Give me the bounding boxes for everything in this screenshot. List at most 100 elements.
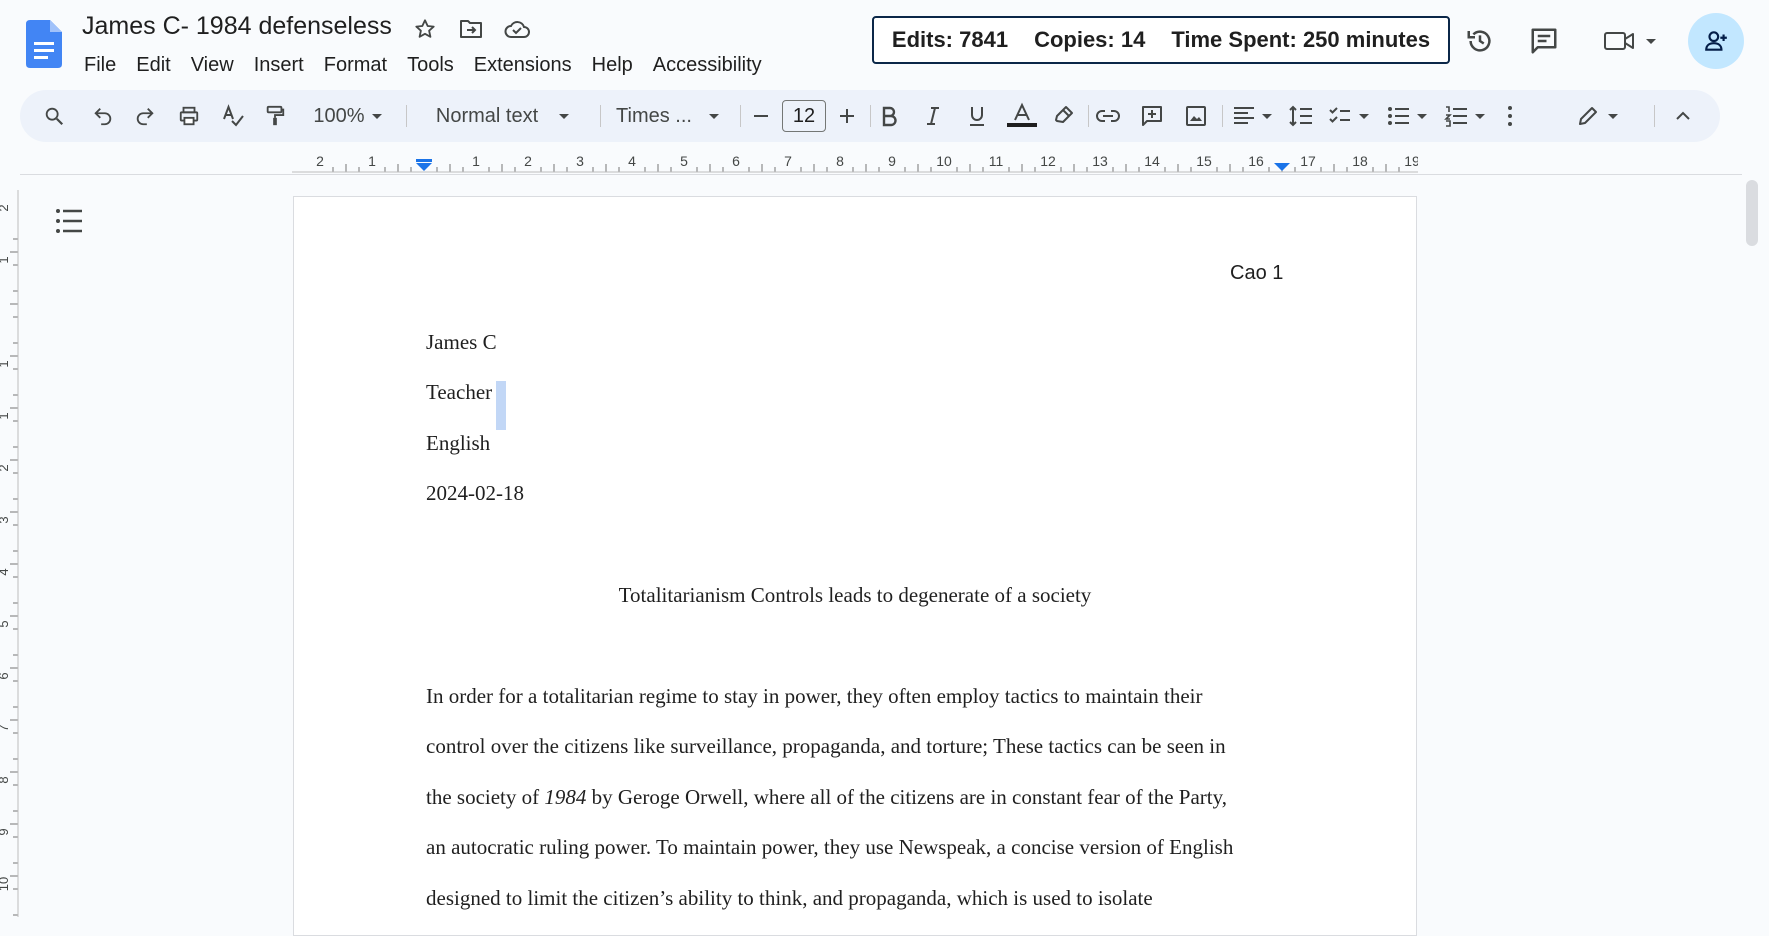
date-line[interactable]: 2024-02-18 [426, 481, 524, 506]
chevron-down-icon [559, 114, 570, 119]
ruler-label: 18 [1352, 153, 1368, 169]
ruler-label: 8 [0, 776, 11, 783]
menu-extensions[interactable]: Extensions [464, 52, 582, 78]
class-line[interactable]: English [426, 431, 490, 456]
print-icon[interactable] [174, 90, 204, 142]
ruler-label: 11 [989, 153, 1004, 169]
author-name[interactable]: James C [426, 330, 497, 355]
text-color-icon[interactable] [1004, 90, 1040, 142]
vertical-ruler[interactable]: 2111234567891011 [0, 190, 20, 917]
copies-count: Copies: 14 [1034, 27, 1146, 52]
ruler-label: 2 [0, 464, 11, 471]
plus-icon [840, 109, 854, 123]
collapse-toolbar-icon[interactable] [1668, 90, 1698, 142]
menu-tools[interactable]: Tools [397, 52, 464, 78]
body-line[interactable]: control over the citizens like surveilla… [426, 734, 1226, 759]
ruler-label: 15 [1196, 153, 1212, 169]
document-outline-icon[interactable] [54, 206, 84, 236]
decrease-font-size-button[interactable] [746, 90, 776, 142]
comments-icon[interactable] [1526, 16, 1562, 66]
undo-icon[interactable] [88, 90, 118, 142]
checklist-icon[interactable] [1326, 90, 1376, 142]
menu-accessibility[interactable]: Accessibility [643, 52, 772, 78]
body-line[interactable]: designed to limit the citizen’s ability … [426, 886, 1153, 911]
essay-title[interactable]: Totalitarianism Controls leads to degene… [293, 583, 1417, 608]
bold-icon[interactable] [874, 90, 904, 142]
docs-logo-icon[interactable] [26, 20, 62, 68]
search-menus-icon[interactable] [38, 90, 70, 142]
ruler-label: 16 [1248, 153, 1264, 169]
redo-icon[interactable] [130, 90, 160, 142]
menu-edit[interactable]: Edit [126, 52, 180, 78]
page-header[interactable]: Cao 1 [1230, 262, 1283, 285]
divider [1088, 105, 1089, 127]
version-history-icon[interactable] [1462, 16, 1498, 66]
teacher-line[interactable]: Teacher [426, 380, 492, 405]
divider [1222, 105, 1223, 127]
menu-bar: File Edit View Insert Format Tools Exten… [74, 52, 772, 78]
insert-image-icon[interactable] [1180, 90, 1212, 142]
share-button[interactable] [1688, 13, 1744, 69]
paint-format-icon[interactable] [260, 90, 290, 142]
paragraph-style-select[interactable]: Normal text [420, 90, 592, 142]
ruler-label: 9 [888, 153, 896, 169]
divider [406, 105, 407, 127]
bulleted-list-icon[interactable] [1384, 90, 1434, 142]
document-title[interactable]: James C- 1984 defenseless [82, 12, 392, 41]
menu-view[interactable]: View [181, 52, 244, 78]
time-spent: Time Spent: 250 minutes [1171, 27, 1431, 52]
font-size-input[interactable]: 12 [782, 100, 826, 132]
ruler-label: 5 [0, 620, 11, 627]
ruler-label: 1 [0, 360, 11, 367]
divider [1654, 105, 1655, 127]
underline-icon[interactable] [962, 90, 992, 142]
menu-format[interactable]: Format [314, 52, 397, 78]
font-select[interactable]: Times ... [610, 90, 732, 142]
insert-link-icon[interactable] [1092, 90, 1124, 142]
ruler-label: 3 [576, 153, 584, 169]
menu-insert[interactable]: Insert [244, 52, 314, 78]
ruler-label: 2 [316, 153, 324, 169]
ruler-label: 2 [524, 153, 532, 169]
indent-marker-right [1274, 163, 1290, 171]
body-line[interactable]: In order for a totalitarian regime to st… [426, 684, 1203, 709]
cloud-saved-icon[interactable] [502, 14, 532, 44]
body-line[interactable]: the society of 1984 by Geroge Orwell, wh… [426, 785, 1227, 810]
ruler-label: 6 [732, 153, 740, 169]
align-icon[interactable] [1230, 90, 1278, 142]
numbered-list-icon[interactable] [1442, 90, 1492, 142]
stats-box: Edits: 7841 Copies: 14 Time Spent: 250 m… [872, 16, 1450, 64]
chevron-down-icon [708, 114, 719, 119]
menu-help[interactable]: Help [582, 52, 643, 78]
editing-mode-icon[interactable] [1572, 90, 1632, 142]
meet-icon[interactable] [1600, 16, 1660, 66]
ruler-label: 12 [1040, 153, 1056, 169]
vertical-scrollbar[interactable] [1746, 180, 1758, 246]
add-comment-icon[interactable] [1136, 90, 1168, 142]
ruler-label: 1 [0, 412, 11, 419]
menu-file[interactable]: File [74, 52, 126, 78]
ruler-label: 8 [836, 153, 844, 169]
font-value: Times ... [616, 104, 692, 127]
text-selection [496, 381, 506, 430]
body-line[interactable]: an autocratic ruling power. To maintain … [426, 835, 1233, 860]
zoom-select[interactable]: 100% [306, 90, 396, 142]
body-text: by Geroge Orwell, where all of the citiz… [586, 785, 1228, 809]
star-icon[interactable] [410, 14, 440, 44]
divider [870, 105, 871, 127]
italic-icon[interactable] [918, 90, 948, 142]
indent-marker-left [416, 163, 432, 171]
move-folder-icon[interactable] [456, 14, 486, 44]
more-options-icon[interactable] [1500, 90, 1520, 142]
spellcheck-icon[interactable] [218, 90, 248, 142]
document-page[interactable] [293, 196, 1417, 936]
paragraph-style-value: Normal text [435, 104, 539, 127]
ruler-label: 10 [0, 877, 11, 891]
line-spacing-icon[interactable] [1284, 90, 1318, 142]
increase-font-size-button[interactable] [832, 90, 862, 142]
horizontal-ruler[interactable]: 2 1 1 2 3 4 5 6 7 8 9 10 11 12 13 14 15 16 17 18 19 [292, 150, 1418, 174]
divider [600, 105, 601, 127]
highlight-color-icon[interactable] [1048, 90, 1080, 142]
minus-icon [754, 115, 768, 117]
ruler-label: 4 [0, 568, 11, 575]
